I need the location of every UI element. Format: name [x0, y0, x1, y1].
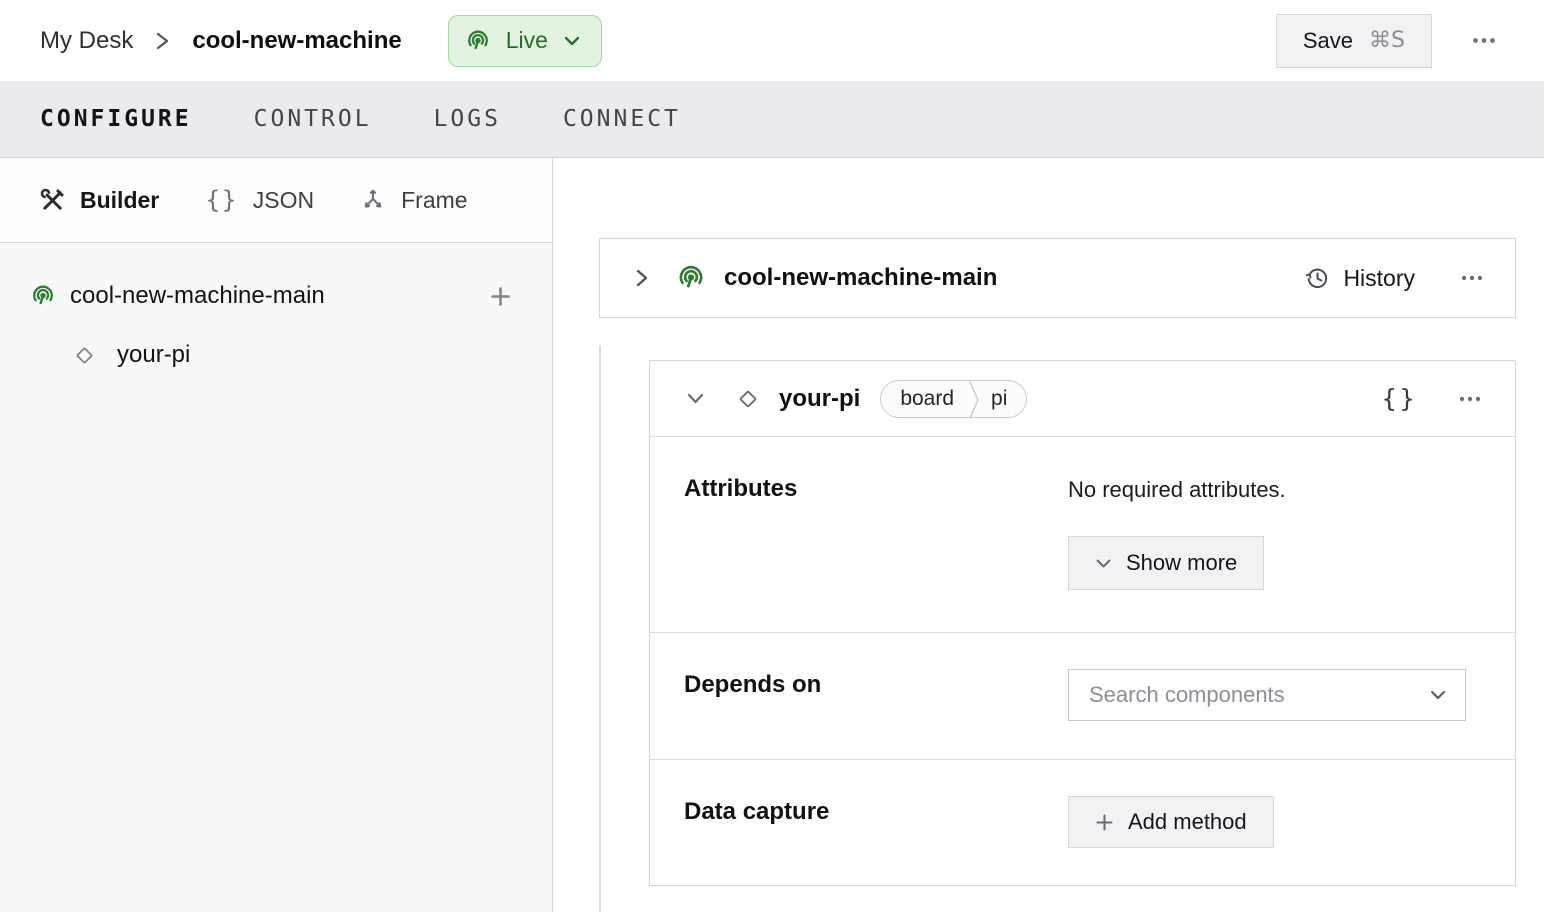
header-actions: Save ⌘S — [1275, 13, 1500, 68]
component-card-header: your-pi board pi {} — [650, 361, 1515, 437]
component-card-title: your-pi — [779, 384, 861, 412]
ellipsis-icon — [1472, 37, 1496, 44]
machine-part-tree: cool-new-machine-main your-pi — [0, 243, 552, 380]
attributes-value: No required attributes. Show more — [1068, 473, 1286, 590]
depends-on-section: Depends on — [650, 632, 1515, 759]
live-status-dropdown[interactable]: Live — [447, 14, 602, 67]
live-status-label: Live — [505, 27, 548, 53]
part-menu-button[interactable] — [1457, 271, 1487, 285]
chevron-down-icon — [563, 35, 581, 47]
chevron-down-icon — [1429, 689, 1447, 701]
show-more-label: Show more — [1126, 550, 1238, 575]
view-tab-builder[interactable]: Builder — [40, 187, 159, 214]
nesting-guide-line — [599, 345, 601, 912]
config-canvas: cool-new-machine-main History your-pi bo… — [553, 158, 1544, 912]
add-component-button[interactable] — [485, 281, 516, 312]
config-view-switcher: Builder {} JSON Frame — [0, 158, 552, 243]
data-capture-section: Data capture Add method — [650, 759, 1515, 887]
breadcrumb-parent[interactable]: My Desk — [40, 27, 133, 55]
chevron-down-icon — [1095, 558, 1112, 569]
add-method-button[interactable]: Add method — [1068, 796, 1274, 848]
tab-connect[interactable]: CONNECT — [563, 100, 681, 138]
attributes-section: Attributes No required attributes. Show … — [650, 437, 1515, 632]
component-model: pi — [991, 386, 1008, 410]
tree-item-label: your-pi — [117, 341, 191, 368]
edit-json-icon[interactable]: {} — [1381, 384, 1417, 413]
badge-divider — [969, 381, 980, 417]
part-expand-button[interactable] — [630, 263, 654, 293]
tree-item-label: cool-new-machine-main — [70, 282, 325, 309]
search-components-input[interactable] — [1089, 682, 1429, 708]
tree-item-your-pi[interactable]: your-pi — [0, 330, 552, 380]
part-card-title: cool-new-machine-main — [724, 264, 998, 291]
save-shortcut-hint: ⌘S — [1369, 28, 1405, 53]
component-type-badge: board pi — [880, 379, 1028, 418]
tab-logs[interactable]: LOGS — [434, 100, 501, 138]
part-card: cool-new-machine-main History — [599, 238, 1516, 318]
depends-on-label: Depends on — [684, 671, 822, 698]
save-button-label: Save — [1302, 27, 1354, 53]
attributes-empty-text: No required attributes. — [1068, 477, 1286, 502]
sidebar: Builder {} JSON Frame cool-new-machine-m… — [0, 158, 553, 912]
history-button-label: History — [1343, 264, 1415, 291]
component-menu-button[interactable] — [1455, 392, 1485, 406]
ellipsis-icon — [1461, 275, 1483, 281]
view-tab-builder-label: Builder — [80, 186, 160, 213]
view-tab-json[interactable]: {} JSON — [205, 186, 314, 214]
add-method-label: Add method — [1128, 809, 1247, 834]
history-icon — [1304, 265, 1331, 292]
save-button[interactable]: Save ⌘S — [1275, 13, 1432, 68]
header-overflow-menu-button[interactable] — [1468, 33, 1500, 48]
breadcrumb: My Desk cool-new-machine — [40, 27, 402, 55]
component-card-actions: {} — [1381, 384, 1485, 413]
app-header: My Desk cool-new-machine Live Save ⌘S — [0, 0, 1544, 81]
live-icon — [676, 263, 706, 293]
braces-icon: {} — [205, 186, 238, 214]
main-nav-tabs: CONFIGURE CONTROL LOGS CONNECT — [0, 81, 1544, 158]
tree-item-machine-part[interactable]: cool-new-machine-main — [0, 270, 552, 322]
chevron-down-icon — [686, 392, 705, 405]
content-area: Builder {} JSON Frame cool-new-machine-m… — [0, 158, 1544, 912]
component-card-your-pi: your-pi board pi {} Attributes No requir… — [649, 360, 1516, 886]
show-more-button[interactable]: Show more — [1068, 536, 1265, 590]
data-capture-value: Add method — [1068, 796, 1274, 848]
chevron-right-icon — [634, 267, 650, 289]
part-card-actions: History — [1304, 265, 1487, 292]
attributes-label: Attributes — [684, 475, 798, 502]
frame-icon — [360, 187, 386, 213]
chevron-right-icon — [155, 29, 170, 53]
breadcrumb-current: cool-new-machine — [192, 26, 402, 54]
component-collapse-button[interactable] — [682, 388, 709, 409]
depends-on-select[interactable] — [1068, 669, 1466, 721]
viam-machine-page: My Desk cool-new-machine Live Save ⌘S CO… — [0, 0, 1544, 912]
live-icon — [465, 28, 491, 54]
component-type: board — [900, 386, 955, 410]
tools-icon — [40, 188, 65, 213]
plus-icon — [489, 285, 512, 308]
tab-control[interactable]: CONTROL — [254, 100, 372, 138]
depends-on-value — [1068, 669, 1466, 721]
view-tab-json-label: JSON — [252, 186, 315, 213]
data-capture-label: Data capture — [684, 798, 830, 825]
ellipsis-icon — [1459, 396, 1481, 402]
view-tab-frame[interactable]: Frame — [360, 186, 468, 214]
tab-configure[interactable]: CONFIGURE — [40, 100, 192, 138]
history-button[interactable]: History — [1304, 265, 1415, 292]
component-icon — [72, 343, 97, 368]
component-icon — [735, 386, 761, 412]
plus-icon — [1095, 813, 1114, 832]
live-icon — [30, 283, 56, 309]
view-tab-frame-label: Frame — [401, 186, 468, 213]
